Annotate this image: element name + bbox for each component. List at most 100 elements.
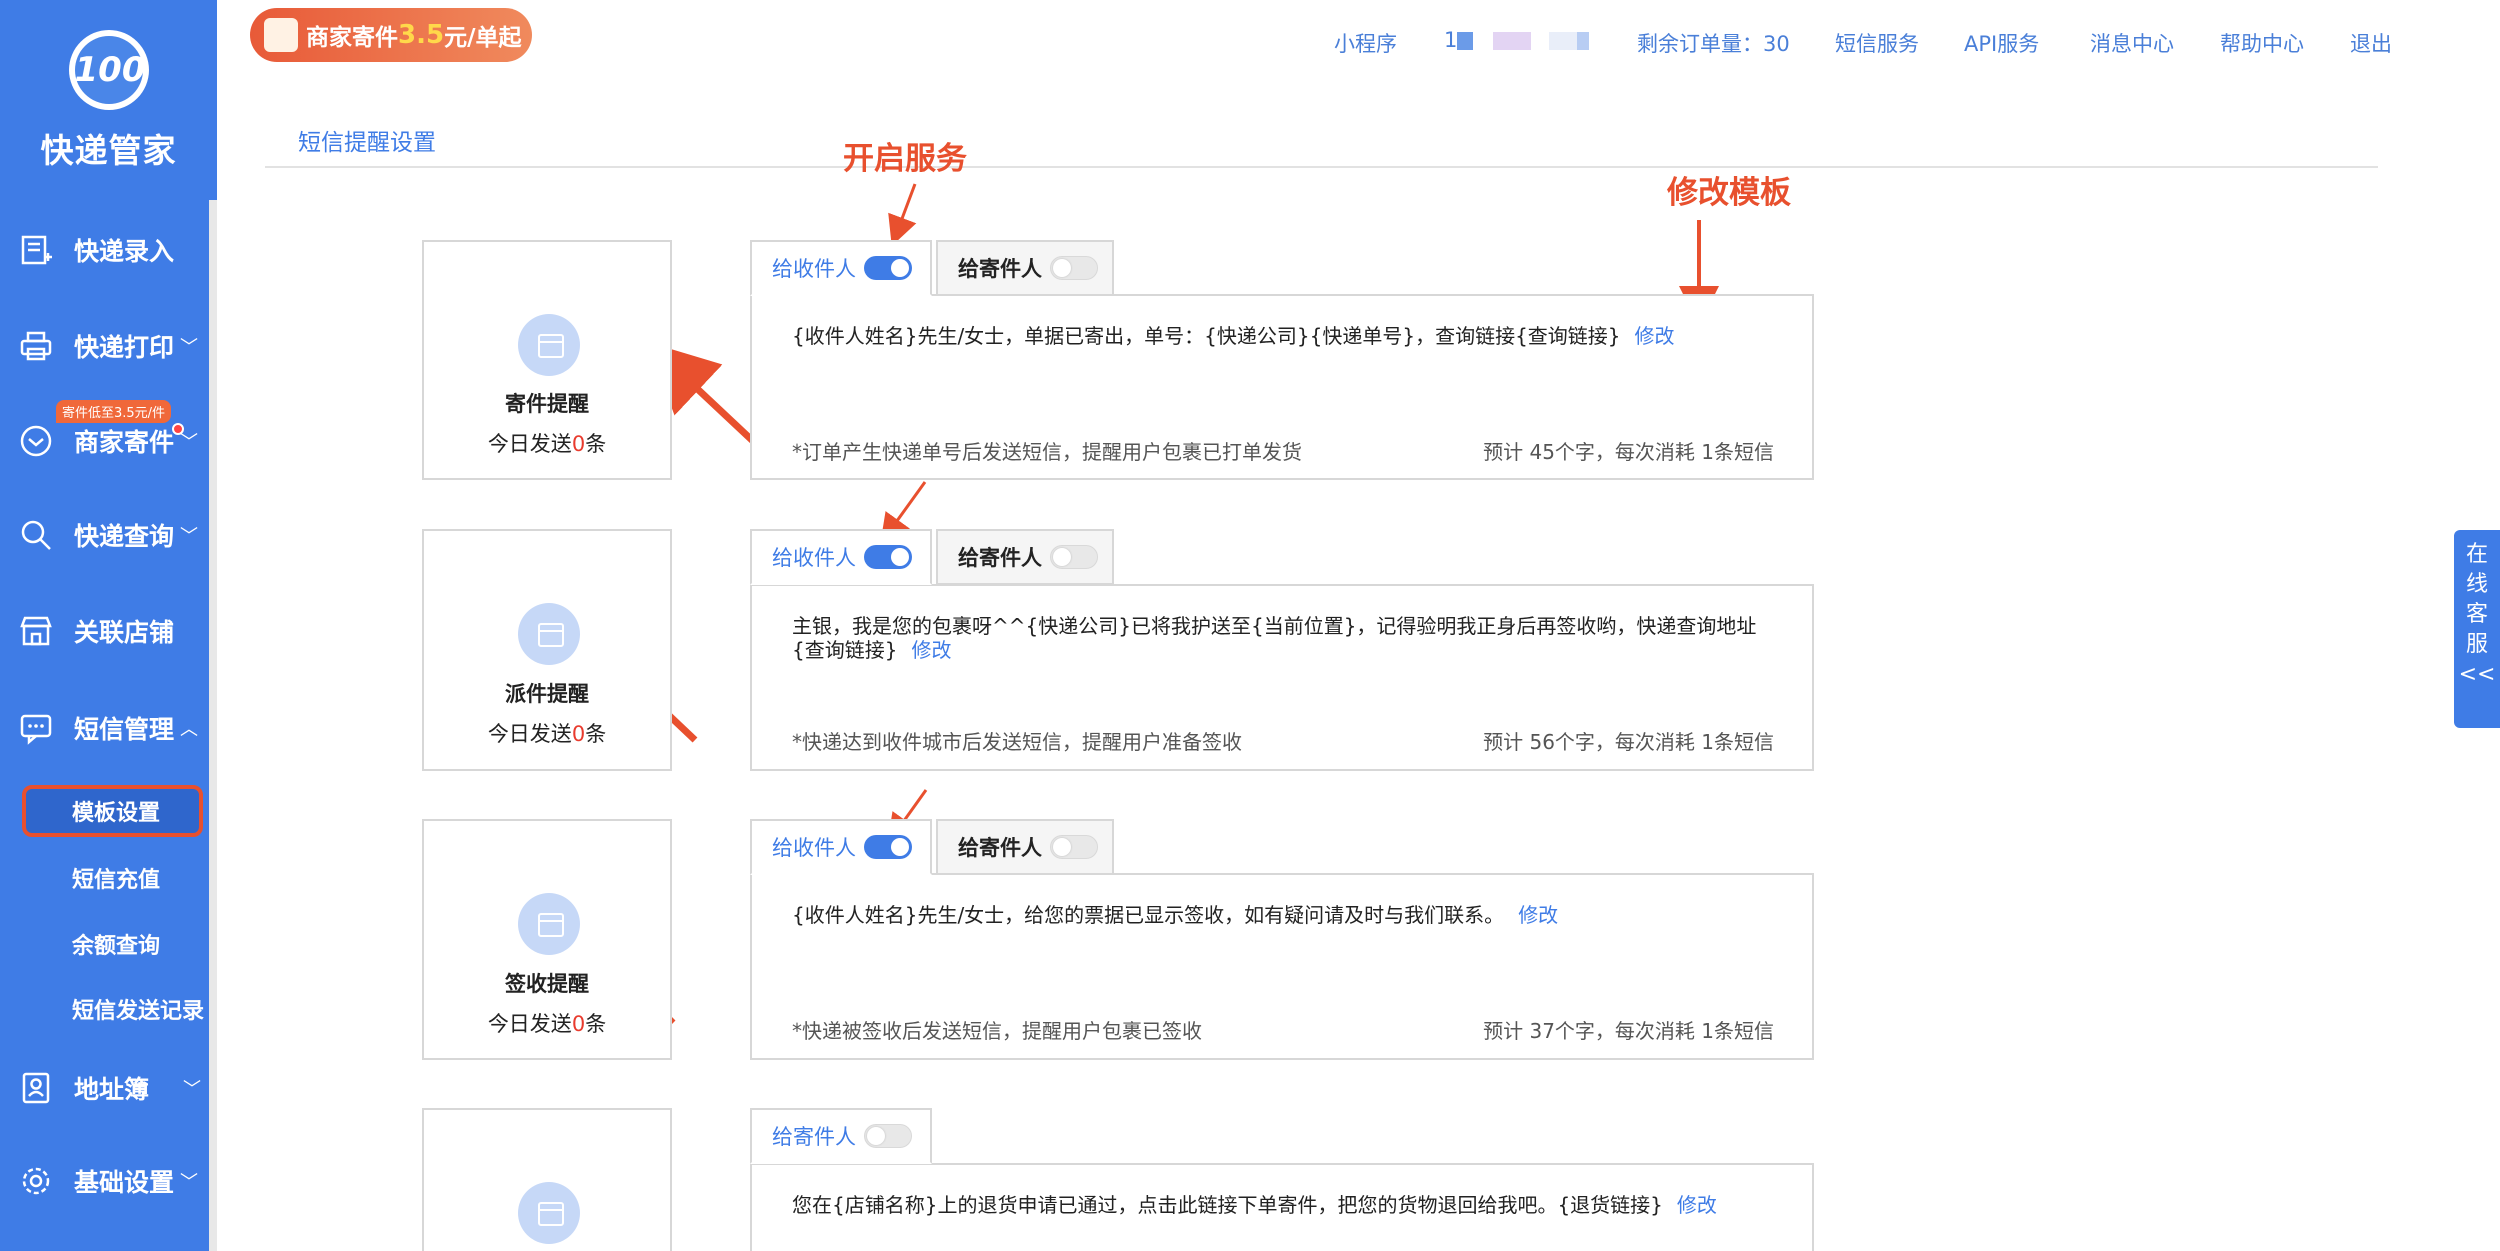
template-note: *快递达到收件城市后发送短信，提醒用户准备签收 (792, 730, 1242, 754)
nav-sms-service[interactable]: 短信服务 (1835, 28, 1919, 58)
reminder-card-shipping[interactable]: 寄件提醒 今日发送0条 (422, 240, 672, 480)
sidebar-subitem-sms-recharge[interactable]: 短信充值 (72, 862, 160, 894)
edit-link[interactable]: 修改 (1635, 324, 1675, 348)
reminder-card-return[interactable] (422, 1108, 672, 1251)
edit-link[interactable]: 修改 (1677, 1193, 1717, 1217)
arrow-toggle-2 (880, 481, 927, 545)
cs-char: 客 (2465, 602, 2488, 627)
receiver-toggle[interactable] (864, 256, 912, 280)
app-title: 快递管家 (40, 131, 177, 170)
nav-help-center[interactable]: 帮助中心 (2220, 28, 2304, 58)
promo-banner[interactable]: 商家寄件 3.5 元/单起 (250, 8, 532, 62)
nav-message-center[interactable]: 消息中心 (2090, 28, 2174, 58)
sidebar-item-label: 基础设置 (74, 1168, 175, 1197)
sidebar-scrollbar[interactable] (209, 200, 217, 1251)
template-content: 您在{店铺名称}上的退货申请已通过，点击此链接下单寄件，把您的货物退回给我吧。{… (792, 1193, 1663, 1217)
chevron-down-icon: ﹀ (183, 1079, 202, 1100)
masked-block (1473, 32, 1494, 50)
brand: 100 快递管家 (0, 30, 217, 172)
sidebar-item-merchant-shipping[interactable]: 商家寄件 ﹀ (0, 411, 210, 471)
template-note: *订单产生快递单号后发送短信，提醒用户包裹已打单发货 (792, 440, 1302, 464)
store-icon (18, 613, 54, 649)
today-suffix: 条 (585, 722, 607, 746)
template-text: {收件人姓名}先生/女士，单据已寄出，单号：{快递公司}{快递单号}，查询链接{… (792, 324, 1772, 348)
sidebar-item-express-query[interactable]: 快递查询 ﹀ (0, 505, 210, 565)
template-box: {收件人姓名}先生/女士，给您的票据已显示签收，如有疑问请及时与我们联系。 修改 … (750, 873, 1814, 1060)
tab-to-receiver[interactable]: 给收件人 (750, 240, 932, 296)
reminder-name: 派件提醒 (505, 682, 589, 706)
today-suffix: 条 (585, 432, 607, 456)
template-text: {收件人姓名}先生/女士，给您的票据已显示签收，如有疑问请及时与我们联系。 修改 (792, 903, 1772, 927)
tab-label: 给寄件人 (958, 257, 1042, 281)
gift-icon (264, 18, 298, 52)
page-title: 短信提醒设置 (298, 130, 436, 156)
sender-toggle[interactable] (1050, 835, 1098, 859)
sidebar-subitem-sms-records[interactable]: 短信发送记录 (72, 993, 204, 1025)
template-estimate: 预计 45个字，每次消耗 1条短信 (1483, 440, 1774, 464)
sidebar-subitem-template-settings[interactable]: 模板设置 (22, 785, 203, 837)
box-icon (518, 314, 580, 376)
chevron-down-icon: ﹀ (180, 526, 199, 547)
sidebar-item-express-entry[interactable]: 快递录入 (0, 220, 210, 280)
sidebar-item-label: 商家寄件 (74, 428, 175, 457)
nav-miniprogram[interactable]: 小程序 (1334, 28, 1397, 58)
chevron-down-icon: ﹀ (180, 1172, 199, 1193)
receiver-toggle[interactable] (864, 835, 912, 859)
sidebar-item-address-book[interactable]: 地址簿 ﹀ (0, 1058, 210, 1118)
tab-to-receiver[interactable]: 给收件人 (750, 819, 932, 875)
tab-to-sender[interactable]: 给寄件人 (936, 819, 1114, 875)
sender-toggle[interactable] (1050, 545, 1098, 569)
today-count: 今日发送0条 (424, 1008, 670, 1038)
sender-toggle[interactable] (1050, 256, 1098, 280)
remaining-orders: 剩余订单量：30 (1637, 28, 1790, 58)
chevron-down-icon: ﹀ (180, 337, 199, 358)
reminder-name: 寄件提醒 (505, 392, 589, 416)
online-customer-service[interactable]: 在 线 客 服 << (2454, 530, 2500, 728)
sender-toggle[interactable] (864, 1124, 912, 1148)
sidebar-item-express-print[interactable]: 快递打印 ﹀ (0, 316, 210, 376)
tab-to-sender[interactable]: 给寄件人 (936, 529, 1114, 585)
reminder-card-delivery[interactable]: 派件提醒 今日发送0条 (422, 529, 672, 771)
nav-logout[interactable]: 退出 (2350, 28, 2392, 58)
annotation-edit-template: 修改模板 (1667, 175, 1791, 211)
masked-block (1457, 32, 1474, 50)
sidebar-item-linked-store[interactable]: 关联店铺 (0, 601, 210, 661)
nav-api-service[interactable]: API服务 (1964, 28, 2039, 58)
promo-price: 3.5 (398, 20, 445, 50)
shipping-icon (18, 423, 54, 459)
today-count: 今日发送0条 (424, 718, 670, 748)
edit-link[interactable]: 修改 (1518, 903, 1558, 927)
sidebar-item-label: 快递录入 (74, 237, 175, 266)
cs-char: 线 (2465, 572, 2488, 597)
template-content: {收件人姓名}先生/女士，单据已寄出，单号：{快递公司}{快递单号}，查询链接{… (792, 324, 1621, 348)
tab-to-receiver[interactable]: 给收件人 (750, 529, 932, 585)
reminder-card-signed[interactable]: 签收提醒 今日发送0条 (422, 819, 672, 1060)
notification-dot (172, 423, 184, 435)
tab-to-sender[interactable]: 给寄件人 (750, 1108, 932, 1164)
sidebar-item-basic-settings[interactable]: 基础设置 ﹀ (0, 1151, 210, 1211)
template-box: 主银，我是您的包裹呀^^{快递公司}已将我护送至{当前位置}，记得验明我正身后再… (750, 584, 1814, 771)
template-estimate: 预计 37个字，每次消耗 1条短信 (1483, 1019, 1774, 1043)
today-prefix: 今日发送 (487, 722, 572, 746)
sidebar-item-label: 快递查询 (74, 522, 175, 551)
sidebar-item-label: 快递打印 (74, 333, 175, 362)
sidebar-item-sms-management[interactable]: 短信管理 ︿ (0, 698, 210, 758)
logo-text: 100 (74, 36, 145, 104)
receiver-toggle[interactable] (864, 545, 912, 569)
template-text: 主银，我是您的包裹呀^^{快递公司}已将我护送至{当前位置}，记得验明我正身后再… (792, 614, 1772, 662)
arrow-card-1 (647, 342, 758, 446)
template-box: {收件人姓名}先生/女士，单据已寄出，单号：{快递公司}{快递单号}，查询链接{… (750, 294, 1814, 480)
sidebar: 100 快递管家 快递录入 快递打印 ﹀ 寄件低至3.5元/件 商家寄件 ﹀ 快… (0, 0, 217, 1251)
sidebar-subitem-balance-query[interactable]: 余额查询 (72, 928, 160, 960)
edit-link[interactable]: 修改 (911, 638, 951, 662)
sidebar-item-label: 地址簿 (74, 1075, 150, 1104)
masked-block (1549, 32, 1578, 50)
account-info[interactable]: 1 (1444, 28, 1590, 52)
tab-label: 给收件人 (772, 257, 856, 281)
account-prefix: 1 (1444, 28, 1458, 52)
tab-to-sender[interactable]: 给寄件人 (936, 240, 1114, 296)
chevron-up-icon: ︿ (180, 719, 199, 740)
tab-label: 给收件人 (772, 836, 856, 860)
today-count-value: 0 (571, 1012, 586, 1036)
today-count-value: 0 (571, 432, 586, 456)
